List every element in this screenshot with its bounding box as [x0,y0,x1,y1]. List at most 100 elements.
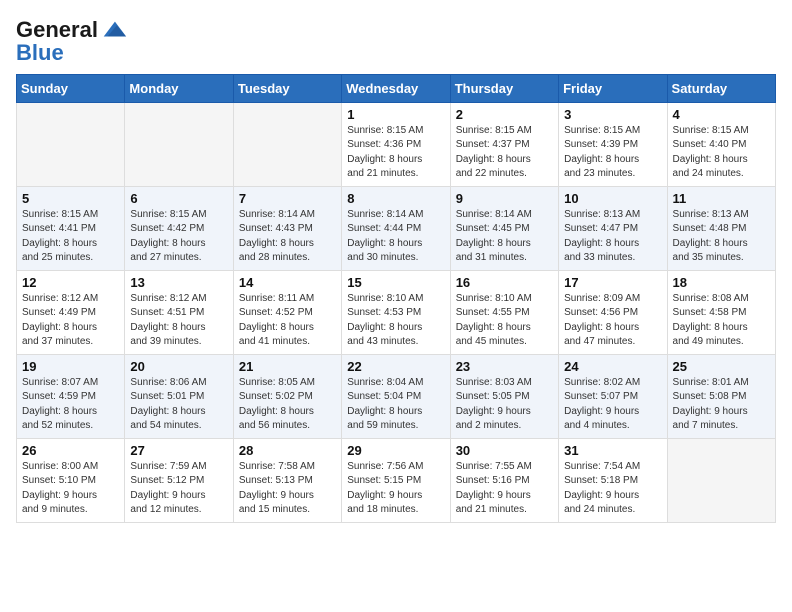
calendar-cell: 24 Sunrise: 8:02 AMSunset: 5:07 PMDayligh… [559,354,667,438]
day-number: 23 [456,359,553,374]
calendar-cell: 5 Sunrise: 8:15 AMSunset: 4:41 PMDaylight… [17,186,125,270]
calendar-cell: 27 Sunrise: 7:59 AMSunset: 5:12 PMDayligh… [125,438,233,522]
day-info: Sunrise: 8:01 AMSunset: 5:08 PMDaylight:… [673,376,770,434]
calendar-cell: 29Sunrise: 7:56 AMSunset: 5:15 PMDayligh… [342,438,450,522]
day-number: 24 [564,359,661,374]
calendar-cell: 3 Sunrise: 8:15 AMSunset: 4:39 PMDaylight… [559,102,667,186]
logo: General Blue [16,16,128,62]
day-info: Sunrise: 7:54 AMSunset: 5:18 PMDaylight:… [564,460,661,518]
day-number: 2 [456,107,553,122]
day-info: Sunrise: 8:11 AMSunset: 4:52 PMDaylight:… [239,292,336,350]
day-info: Sunrise: 8:12 AMSunset: 4:51 PMDaylight:… [130,292,227,350]
calendar-cell: 7 Sunrise: 8:14 AMSunset: 4:43 PMDaylight… [233,186,341,270]
calendar-cell [233,102,341,186]
day-info: Sunrise: 8:14 AMSunset: 4:45 PMDaylight:… [456,208,553,266]
day-info: Sunrise: 8:08 AMSunset: 4:58 PMDaylight:… [673,292,770,350]
calendar-cell: 26 Sunrise: 8:00 AMSunset: 5:10 PMDayligh… [17,438,125,522]
day-info: Sunrise: 8:05 AMSunset: 5:02 PMDaylight:… [239,376,336,434]
day-info: Sunrise: 8:09 AMSunset: 4:56 PMDaylight:… [564,292,661,350]
day-number: 29 [347,443,444,458]
day-info: Sunrise: 8:02 AMSunset: 5:07 PMDaylight:… [564,376,661,434]
calendar-cell: 12Sunrise: 8:12 AMSunset: 4:49 PMDayligh… [17,270,125,354]
calendar-cell: 25 Sunrise: 8:01 AMSunset: 5:08 PMDayligh… [667,354,775,438]
day-header-saturday: Saturday [667,74,775,102]
calendar-cell: 9Sunrise: 8:14 AMSunset: 4:45 PMDaylight… [450,186,558,270]
day-info: Sunrise: 8:15 AMSunset: 4:41 PMDaylight:… [22,208,119,266]
day-header-monday: Monday [125,74,233,102]
calendar-cell: 30 Sunrise: 7:55 AMSunset: 5:16 PMDayligh… [450,438,558,522]
day-info: Sunrise: 8:13 AMSunset: 4:47 PMDaylight:… [564,208,661,266]
day-number: 25 [673,359,770,374]
calendar-cell: 28 Sunrise: 7:58 AMSunset: 5:13 PMDayligh… [233,438,341,522]
day-header-sunday: Sunday [17,74,125,102]
day-info: Sunrise: 7:59 AMSunset: 5:12 PMDaylight:… [130,460,227,518]
logo-text-blue: Blue [16,44,128,62]
calendar-cell: 14 Sunrise: 8:11 AMSunset: 4:52 PMDayligh… [233,270,341,354]
day-number: 17 [564,275,661,290]
day-info: Sunrise: 8:06 AMSunset: 5:01 PMDaylight:… [130,376,227,434]
day-number: 11 [673,191,770,206]
day-number: 6 [130,191,227,206]
day-number: 14 [239,275,336,290]
calendar-cell [125,102,233,186]
calendar-body: 1 Sunrise: 8:15 AMSunset: 4:36 PMDaylight… [17,102,776,522]
calendar-cell: 6Sunrise: 8:15 AMSunset: 4:42 PMDaylight… [125,186,233,270]
day-number: 10 [564,191,661,206]
day-number: 18 [673,275,770,290]
day-info: Sunrise: 8:12 AMSunset: 4:49 PMDaylight:… [22,292,119,350]
calendar-cell: 11Sunrise: 8:13 AMSunset: 4:48 PMDayligh… [667,186,775,270]
week-row-1: 1 Sunrise: 8:15 AMSunset: 4:36 PMDaylight… [17,102,776,186]
day-number: 16 [456,275,553,290]
calendar-cell: 20 Sunrise: 8:06 AMSunset: 5:01 PMDayligh… [125,354,233,438]
calendar-cell: 23 Sunrise: 8:03 AMSunset: 5:05 PMDayligh… [450,354,558,438]
day-number: 28 [239,443,336,458]
calendar-cell: 10 Sunrise: 8:13 AMSunset: 4:47 PMDayligh… [559,186,667,270]
day-number: 31 [564,443,661,458]
calendar-cell: 4Sunrise: 8:15 AMSunset: 4:40 PMDaylight… [667,102,775,186]
day-info: Sunrise: 8:10 AMSunset: 4:55 PMDaylight:… [456,292,553,350]
page-header: General Blue [16,16,776,62]
calendar-header-row: SundayMondayTuesdayWednesdayThursdayFrid… [17,74,776,102]
day-info: Sunrise: 8:03 AMSunset: 5:05 PMDaylight:… [456,376,553,434]
day-number: 26 [22,443,119,458]
day-number: 27 [130,443,227,458]
day-info: Sunrise: 8:04 AMSunset: 5:04 PMDaylight:… [347,376,444,434]
day-header-thursday: Thursday [450,74,558,102]
calendar-cell: 22 Sunrise: 8:04 AMSunset: 5:04 PMDayligh… [342,354,450,438]
day-number: 30 [456,443,553,458]
calendar-cell: 2 Sunrise: 8:15 AMSunset: 4:37 PMDaylight… [450,102,558,186]
calendar-table: SundayMondayTuesdayWednesdayThursdayFrid… [16,74,776,523]
day-info: Sunrise: 8:15 AMSunset: 4:39 PMDaylight:… [564,124,661,182]
day-info: Sunrise: 8:14 AMSunset: 4:43 PMDaylight:… [239,208,336,266]
day-info: Sunrise: 8:14 AMSunset: 4:44 PMDaylight:… [347,208,444,266]
calendar-cell: 17 Sunrise: 8:09 AMSunset: 4:56 PMDayligh… [559,270,667,354]
day-info: Sunrise: 7:58 AMSunset: 5:13 PMDaylight:… [239,460,336,518]
day-number: 7 [239,191,336,206]
day-info: Sunrise: 8:00 AMSunset: 5:10 PMDaylight:… [22,460,119,518]
day-number: 20 [130,359,227,374]
calendar-cell: 16 Sunrise: 8:10 AMSunset: 4:55 PMDayligh… [450,270,558,354]
day-info: Sunrise: 8:15 AMSunset: 4:37 PMDaylight:… [456,124,553,182]
day-info: Sunrise: 7:55 AMSunset: 5:16 PMDaylight:… [456,460,553,518]
day-number: 5 [22,191,119,206]
week-row-2: 5 Sunrise: 8:15 AMSunset: 4:41 PMDaylight… [17,186,776,270]
calendar-cell: 19 Sunrise: 8:07 AMSunset: 4:59 PMDayligh… [17,354,125,438]
day-header-wednesday: Wednesday [342,74,450,102]
day-number: 22 [347,359,444,374]
day-number: 3 [564,107,661,122]
logo-icon [100,16,128,44]
day-number: 21 [239,359,336,374]
day-info: Sunrise: 8:15 AMSunset: 4:36 PMDaylight:… [347,124,444,182]
day-info: Sunrise: 8:10 AMSunset: 4:53 PMDaylight:… [347,292,444,350]
calendar-cell: 1 Sunrise: 8:15 AMSunset: 4:36 PMDaylight… [342,102,450,186]
week-row-3: 12Sunrise: 8:12 AMSunset: 4:49 PMDayligh… [17,270,776,354]
calendar-cell [667,438,775,522]
day-number: 15 [347,275,444,290]
day-header-friday: Friday [559,74,667,102]
day-number: 1 [347,107,444,122]
calendar-cell: 15 Sunrise: 8:10 AMSunset: 4:53 PMDayligh… [342,270,450,354]
day-info: Sunrise: 8:07 AMSunset: 4:59 PMDaylight:… [22,376,119,434]
day-header-tuesday: Tuesday [233,74,341,102]
day-number: 13 [130,275,227,290]
day-number: 19 [22,359,119,374]
